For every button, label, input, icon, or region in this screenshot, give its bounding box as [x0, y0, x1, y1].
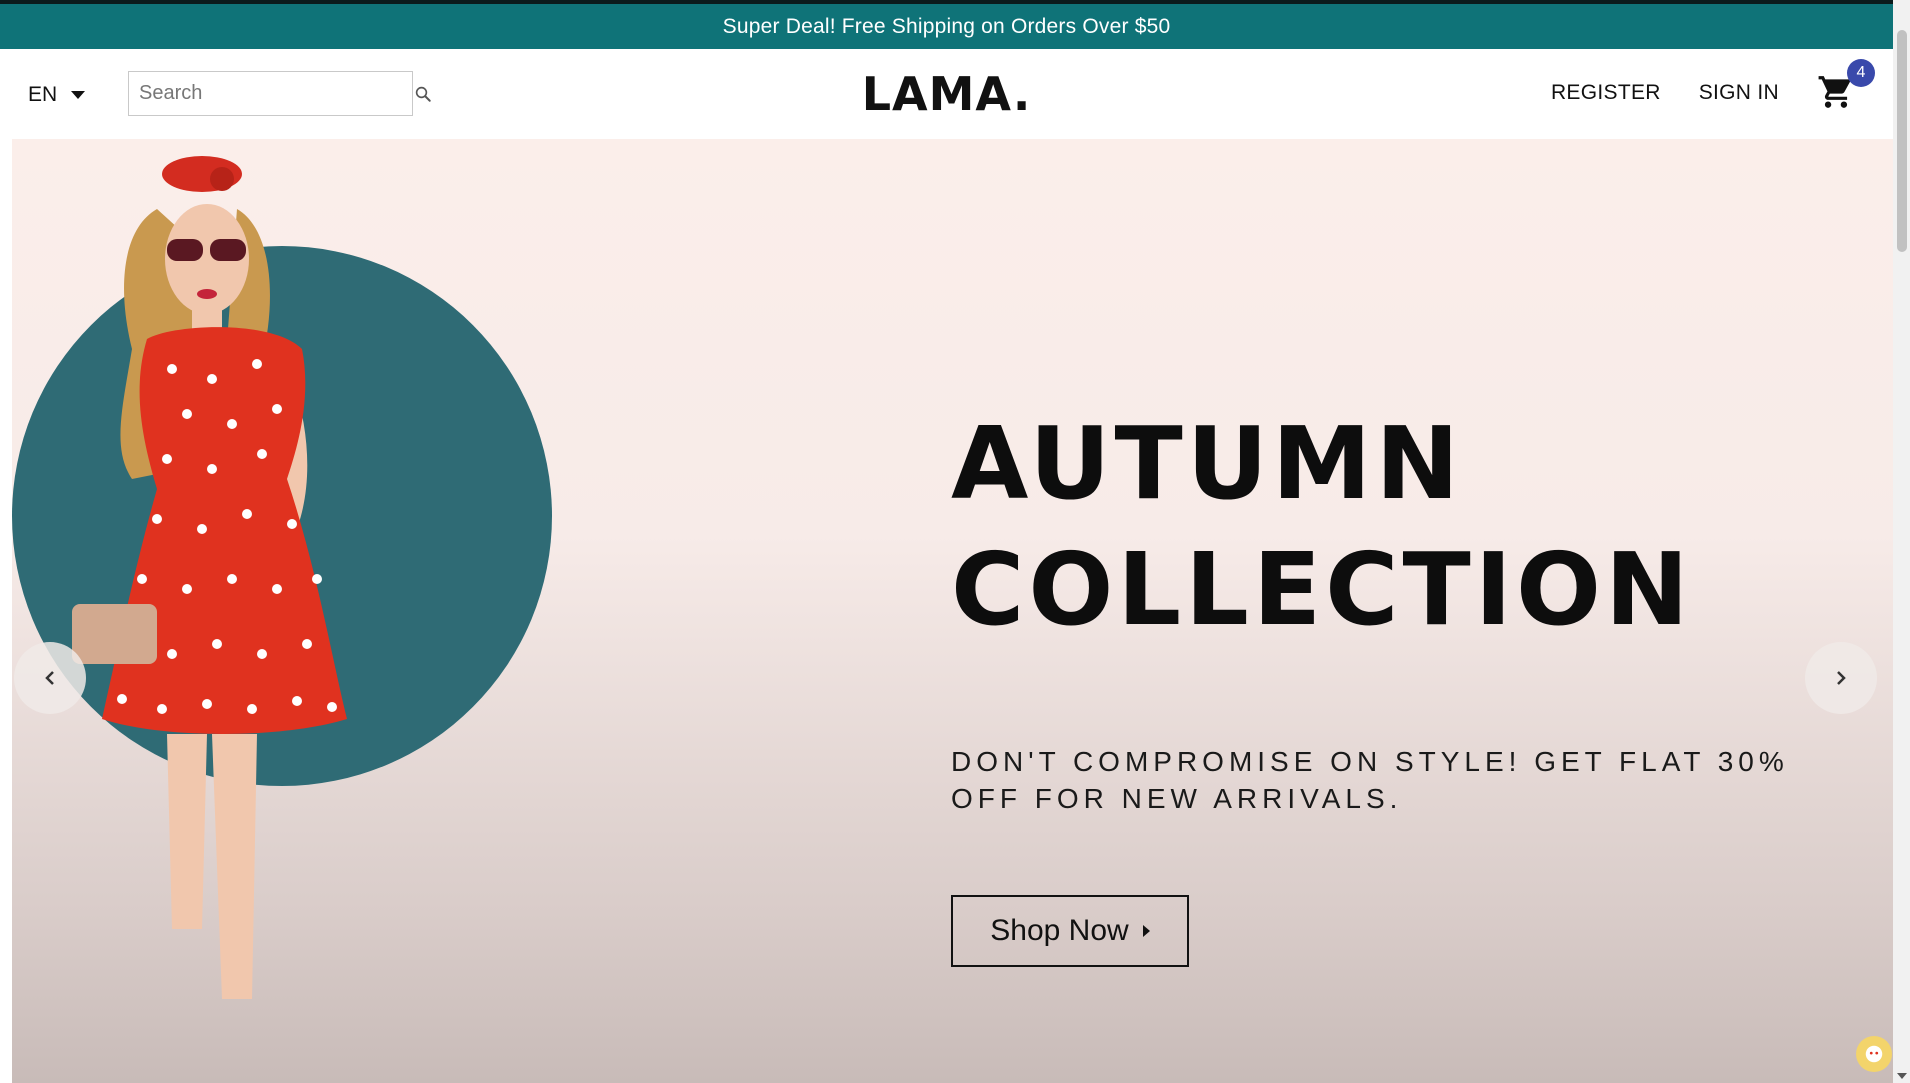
scrollbar-thumb[interactable]: [1897, 30, 1907, 252]
hero-slider: AUTUMN COLLECTION DON'T COMPROMISE ON ST…: [12, 139, 1893, 1083]
nav-actions: REGISTER SIGN IN 4: [1551, 59, 1875, 113]
shop-now-label: Shop Now: [990, 914, 1129, 947]
cart-button[interactable]: 4: [1817, 59, 1875, 113]
sign-in-link[interactable]: SIGN IN: [1699, 81, 1779, 105]
scroll-down-arrow-icon[interactable]: [1897, 1073, 1907, 1079]
hero-title: AUTUMN COLLECTION: [951, 401, 1851, 653]
announcement-bar: Super Deal! Free Shipping on Orders Over…: [0, 0, 1893, 49]
arrow-left-icon: [45, 671, 54, 685]
page-scrollbar[interactable]: [1893, 0, 1910, 1083]
shop-now-button[interactable]: Shop Now: [951, 895, 1189, 967]
register-link[interactable]: REGISTER: [1551, 81, 1661, 105]
announcement-text: Super Deal! Free Shipping on Orders Over…: [722, 14, 1171, 38]
hero-title-line1: AUTUMN: [951, 405, 1464, 522]
cart-count-badge: 4: [1847, 59, 1875, 87]
hero-model-image: [72, 156, 347, 999]
slider-next-button[interactable]: [1805, 642, 1877, 714]
hero-description: DON'T COMPROMISE ON STYLE! GET FLAT 30% …: [951, 746, 1789, 814]
arrow-right-icon: [1837, 671, 1846, 685]
caret-right-icon: [1142, 925, 1150, 937]
slider-prev-button[interactable]: [14, 642, 86, 714]
hero-title-line2: COLLECTION: [951, 531, 1693, 648]
chat-widget-icon[interactable]: [1856, 1036, 1892, 1072]
navbar: EN LAMA. REGISTER SIGN IN 4: [0, 49, 1893, 139]
hero-content: AUTUMN COLLECTION DON'T COMPROMISE ON ST…: [951, 401, 1851, 967]
